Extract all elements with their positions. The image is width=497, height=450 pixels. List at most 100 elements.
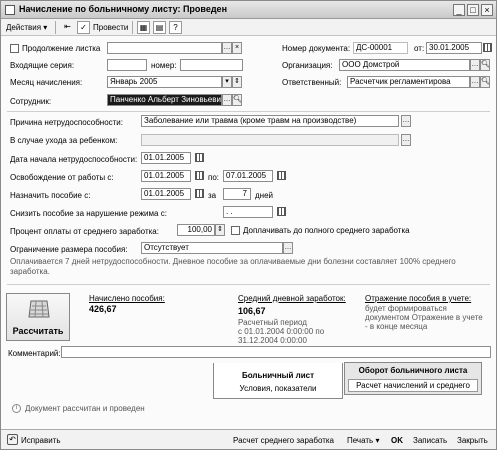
assign-for-label: за xyxy=(208,191,217,200)
document-list-icon[interactable]: ▤ xyxy=(153,21,166,34)
release-to-field[interactable]: 07.01.2005 xyxy=(223,170,273,182)
limit-field[interactable]: Отсутствует xyxy=(141,242,283,254)
avg-earnings-link[interactable]: Средний дневной заработок: xyxy=(238,294,346,303)
ok-button[interactable]: OK xyxy=(391,434,403,447)
reason-select-button[interactable]: … xyxy=(401,115,411,127)
print-menu[interactable]: Печать ▾ xyxy=(347,434,379,447)
minimize-button[interactable]: _ xyxy=(453,4,465,16)
child-care-select-button[interactable]: … xyxy=(401,134,411,146)
start-date-field[interactable]: 01.01.2005 xyxy=(141,152,191,164)
employee-label: Сотрудник: xyxy=(10,97,52,106)
org-field[interactable]: ООО Домстрой xyxy=(339,59,470,71)
org-open-icon[interactable]: 🔍︎ xyxy=(480,59,490,71)
release-from-label: Освобождение от работы с: xyxy=(10,173,114,182)
title-bar: Начисление по больничному листу: Проведе… xyxy=(1,1,496,19)
status-text: Документ рассчитан и проведен xyxy=(25,404,145,413)
assign-from-field[interactable]: 01.01.2005 xyxy=(141,188,191,200)
assign-days-field[interactable]: 7 xyxy=(223,188,251,200)
responsible-open-icon[interactable]: 🔍︎ xyxy=(480,76,490,88)
percent-field[interactable]: 100,00 xyxy=(177,224,215,236)
calendar-icon[interactable] xyxy=(195,153,204,162)
calculator-icon xyxy=(28,300,50,318)
series-field[interactable] xyxy=(107,59,147,71)
fix-button[interactable]: Исправить xyxy=(21,434,61,447)
continuation-field[interactable] xyxy=(107,42,222,54)
maximize-button[interactable]: □ xyxy=(467,4,479,16)
divider xyxy=(7,284,490,285)
reflection-line-3: - в конце месяца xyxy=(365,322,428,331)
help-icon[interactable]: ? xyxy=(169,21,182,34)
month-dropdown-icon[interactable]: ▾ xyxy=(222,76,232,88)
reason-field[interactable]: Заболевание или травма (кроме травм на п… xyxy=(141,115,399,127)
reduce-date-field[interactable]: . . xyxy=(223,206,273,218)
month-stepper-icon[interactable]: ⇕ xyxy=(232,76,242,88)
responsible-select-button[interactable]: … xyxy=(470,76,480,88)
calendar-icon[interactable] xyxy=(277,171,286,180)
tab-sick-leave-subtitle: Условия, показатели xyxy=(239,384,317,393)
org-select-button[interactable]: … xyxy=(470,59,480,71)
toolbar: Действия ▾ ⇤ ✓ Провести ▦ ▤ ? xyxy=(1,19,496,36)
employee-field[interactable]: Панченко Альберт Зиновьевич xyxy=(107,94,222,106)
actions-menu[interactable]: Действия ▾ xyxy=(6,21,47,34)
toolbar-separator xyxy=(55,21,56,34)
document-window: Начисление по больничному листу: Проведе… xyxy=(0,0,497,450)
toolbar-separator xyxy=(132,21,133,34)
calendar-icon[interactable] xyxy=(483,43,492,52)
percent-label: Процент оплаты от среднего заработка: xyxy=(10,227,159,236)
release-from-field[interactable]: 01.01.2005 xyxy=(141,170,191,182)
document-icon xyxy=(5,5,15,15)
child-care-field[interactable] xyxy=(141,134,399,146)
employee-select-button[interactable]: … xyxy=(222,94,232,106)
close-button[interactable]: × xyxy=(481,4,493,16)
number-field[interactable] xyxy=(180,59,243,71)
back-arrow-icon[interactable]: ⇤ xyxy=(61,21,74,34)
doc-number-field[interactable]: ДС-00001 xyxy=(353,42,408,54)
continuation-label: Продолжение листка xyxy=(22,44,101,53)
reflection-link[interactable]: Отражение пособия в учете: xyxy=(365,294,471,303)
number-label: номер: xyxy=(151,61,177,70)
continuation-checkbox[interactable] xyxy=(10,44,19,53)
calendar-icon[interactable] xyxy=(277,207,286,216)
reason-label: Причина нетрудоспособности: xyxy=(10,118,123,127)
doc-number-label: Номер документа: xyxy=(282,44,351,53)
release-to-label: по: xyxy=(208,173,220,182)
calendar-icon[interactable] xyxy=(195,171,204,180)
accrued-label: Начислено пособия: xyxy=(89,294,165,303)
post-button[interactable]: Провести xyxy=(93,21,128,34)
doc-date-field[interactable]: 30.01.2005 xyxy=(426,42,482,54)
accrued-value: 426,67 xyxy=(89,304,117,314)
employee-open-icon[interactable]: 🔍︎ xyxy=(232,94,242,106)
close-bottom-button[interactable]: Закрыть xyxy=(457,434,488,447)
limit-label: Ограничение размера пособия: xyxy=(10,245,128,254)
month-field[interactable]: Январь 2005 xyxy=(107,76,222,88)
structure-icon[interactable]: ▦ xyxy=(137,21,150,34)
window-title: Начисление по больничному листу: Проведе… xyxy=(19,4,228,14)
avg-calc-button[interactable]: Расчет среднего заработка xyxy=(233,434,334,447)
divider xyxy=(7,111,490,112)
limit-select-button[interactable]: … xyxy=(283,242,293,254)
info-icon: i xyxy=(12,404,21,413)
org-label: Организация: xyxy=(282,61,333,70)
days-label: дней xyxy=(255,191,274,200)
fix-icon: ↶ xyxy=(7,434,18,445)
tab-turnover-subtitle: Расчет начислений и среднего xyxy=(348,379,478,392)
child-care-label: В случае ухода за ребенком: xyxy=(10,136,118,145)
continuation-select-button[interactable]: … xyxy=(222,42,232,54)
assign-label: Назначить пособие с: xyxy=(10,191,91,200)
continuation-clear-button[interactable]: × xyxy=(232,42,242,54)
write-button[interactable]: Записать xyxy=(413,434,447,447)
tab-sick-leave-title: Больничный лист xyxy=(241,371,314,380)
tab-turnover-title: Оборот больничного листа xyxy=(358,366,468,375)
percent-stepper-icon[interactable]: ⇕ xyxy=(215,224,225,236)
topup-label: Доплачивать до полного среднего заработк… xyxy=(243,226,410,235)
responsible-field[interactable]: Расчетчик регламентирова xyxy=(347,76,470,88)
calendar-icon[interactable] xyxy=(195,189,204,198)
comment-field[interactable] xyxy=(61,346,491,358)
topup-checkbox[interactable] xyxy=(231,226,240,235)
bottom-bar: ↶ Исправить Расчет среднего заработка Пе… xyxy=(1,429,496,449)
calculate-button[interactable]: Рассчитать xyxy=(6,293,70,341)
period-line-3: 31.12.2004 0:00:00 xyxy=(238,336,307,345)
tab-sick-leave[interactable]: Больничный лист Условия, показатели xyxy=(213,363,343,399)
from-label: от: xyxy=(414,44,425,53)
tab-sick-leave-turnover[interactable]: Оборот больничного листа Расчет начислен… xyxy=(344,362,482,395)
